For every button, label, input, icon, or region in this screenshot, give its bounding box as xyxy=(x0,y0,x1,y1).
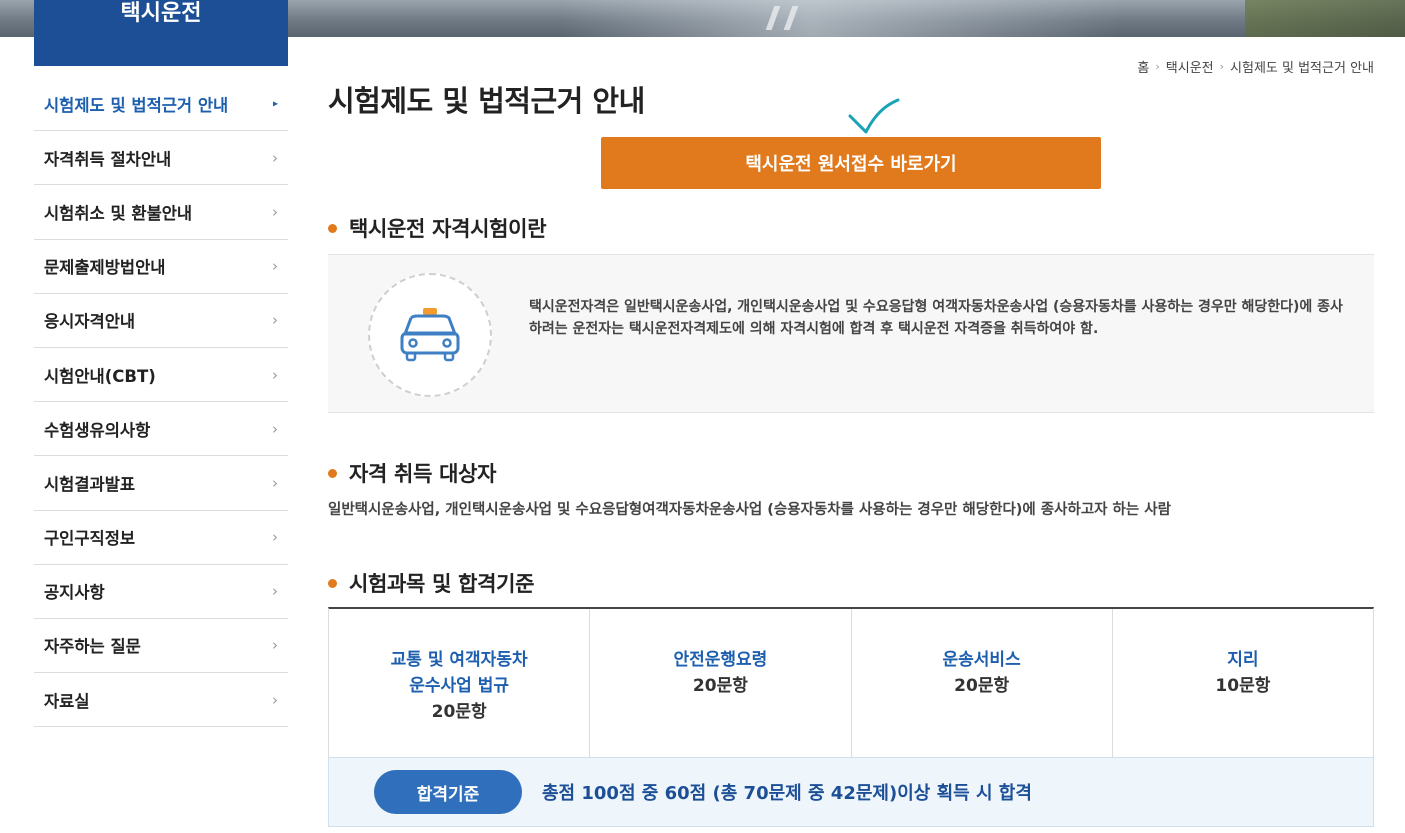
subject-count: 20문항 xyxy=(431,702,487,722)
chevron-right-icon: › xyxy=(272,636,278,655)
sidebar-title: 택시운전 xyxy=(120,1,202,26)
chevron-right-icon: › xyxy=(272,528,278,547)
subject-cell: 교통 및 여객자동차 운수사업 법규 20문항 xyxy=(329,609,591,757)
banner-road-highlight xyxy=(560,0,1120,37)
sidebar-title-box: 택시운전 xyxy=(34,0,288,66)
chevron-right-icon: › xyxy=(272,365,278,384)
breadcrumb-home[interactable]: 홈 xyxy=(1137,57,1149,76)
chevron-right-icon: › xyxy=(272,257,278,276)
section-title-about: 택시운전 자격시험이란 xyxy=(328,213,547,243)
subject-count: 20문항 xyxy=(692,676,748,696)
chevron-right-icon: › xyxy=(272,473,278,492)
bullet-dot-icon xyxy=(328,578,337,588)
subject-name: 안전운행요령 xyxy=(673,650,768,670)
subject-count: 20문항 xyxy=(954,676,1010,696)
pass-criteria-badge: 합격기준 xyxy=(374,770,522,814)
bullet-dot-icon xyxy=(328,223,337,233)
subject-cell: 지리 10문항 xyxy=(1113,609,1373,757)
chevron-right-icon: › xyxy=(272,690,278,709)
page-title: 시험제도 및 법적근거 안내 xyxy=(328,84,645,118)
bullet-dot-icon xyxy=(328,468,337,478)
chevron-right-icon: › xyxy=(272,419,278,438)
chevron-right-icon: › xyxy=(272,202,278,221)
subjects-table: 교통 및 여객자동차 운수사업 법규 20문항 안전운행요령 20문항 운송서비… xyxy=(328,607,1374,757)
taxi-icon xyxy=(400,308,460,362)
breadcrumb-current: 시험제도 및 법적근거 안내 xyxy=(1230,61,1374,76)
pass-criteria-row: 합격기준 총점 100점 중 60점 (총 70문제 중 42문제)이상 획득 … xyxy=(328,757,1374,827)
about-box: 택시운전자격은 일반택시운송사업, 개인택시운송사업 및 수요응답형 여객자동차… xyxy=(328,254,1374,413)
subject-cell: 운송서비스 20문항 xyxy=(852,609,1113,757)
sidebar-item-qualification-procedure[interactable]: 자격취득 절차안내 › xyxy=(34,131,288,186)
section-title-target: 자격 취득 대상자 xyxy=(328,458,496,488)
sidebar-item-notices[interactable]: 공지사항 › xyxy=(34,565,288,619)
breadcrumb-taxi[interactable]: 택시운전 xyxy=(1166,57,1214,76)
subject-count: 10문항 xyxy=(1215,676,1271,696)
sidebar-item-exam-system[interactable]: 시험제도 및 법적근거 안내 ▸ xyxy=(34,77,288,132)
sidebar-item-question-method[interactable]: 문제출제방법안내 › xyxy=(34,240,288,294)
subject-name: 운수사업 법규 xyxy=(409,676,509,696)
sidebar-item-faq[interactable]: 자주하는 질문 › xyxy=(34,619,288,674)
sidebar-item-cancel-refund[interactable]: 시험취소 및 환불안내 › xyxy=(34,185,288,240)
chevron-right-icon: › xyxy=(272,148,278,167)
target-description: 일반택시운송사업, 개인택시운송사업 및 수요응답형여객자동차운송사업 (승용자… xyxy=(328,502,1171,518)
sidebar-item-resources[interactable]: 자료실 › xyxy=(34,673,288,728)
chevron-right-icon: › xyxy=(272,311,278,330)
subject-cell: 안전운행요령 20문항 xyxy=(590,609,852,757)
checkmark-icon xyxy=(848,98,900,134)
subject-name: 운송서비스 xyxy=(942,650,1021,670)
sidebar-item-eligibility[interactable]: 응시자격안내 › xyxy=(34,294,288,348)
chevron-right-icon: › xyxy=(272,582,278,601)
apply-online-button[interactable]: 택시운전 원서접수 바로가기 xyxy=(601,137,1101,189)
sidebar-item-examinee-notes[interactable]: 수험생유의사항 › xyxy=(34,402,288,457)
banner-hill xyxy=(1245,0,1405,37)
pass-criteria-text: 총점 100점 중 60점 (총 70문제 중 42문제)이상 획득 시 합격 xyxy=(542,783,1032,804)
sidebar-item-jobs[interactable]: 구인구직정보 › xyxy=(34,511,288,565)
sidebar-menu: 시험제도 및 법적근거 안내 ▸ 자격취득 절차안내 › 시험취소 및 환불안내 › … xyxy=(34,77,288,728)
breadcrumb-separator-icon: › xyxy=(1219,60,1225,73)
subject-name: 지리 xyxy=(1227,650,1259,670)
sidebar-item-cbt-guide[interactable]: 시험안내(CBT) › xyxy=(34,348,288,403)
subject-name: 교통 및 여객자동차 xyxy=(390,650,528,670)
triangle-right-icon: ▸ xyxy=(272,98,278,110)
section-title-subjects: 시험과목 및 합격기준 xyxy=(328,568,535,598)
taxi-icon-circle xyxy=(368,273,492,397)
breadcrumb: 홈 › 택시운전 › 시험제도 및 법적근거 안내 xyxy=(1137,57,1374,76)
sidebar-item-results[interactable]: 시험결과발표 › xyxy=(34,456,288,511)
about-description: 택시운전자격은 일반택시운송사업, 개인택시운송사업 및 수요응답형 여객자동차… xyxy=(529,299,1343,337)
breadcrumb-separator-icon: › xyxy=(1155,60,1160,73)
